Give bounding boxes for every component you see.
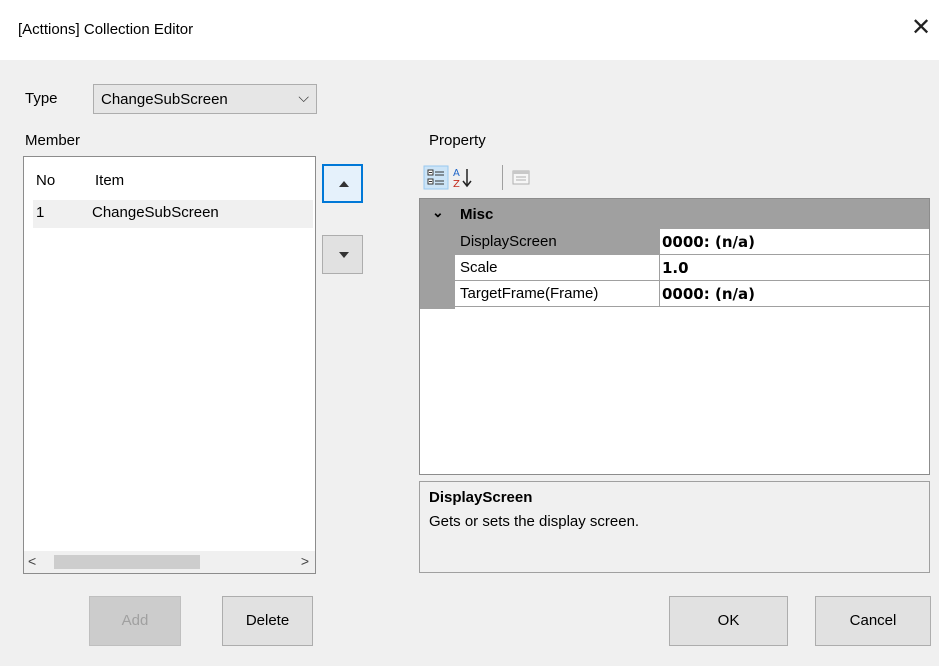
type-label: Type <box>25 90 58 107</box>
member-list[interactable]: No Item 1 ChangeSubScreen < > <box>23 156 316 574</box>
property-value[interactable]: 0000: (n/a) <box>662 285 755 303</box>
description-title: DisplayScreen <box>429 489 533 506</box>
horizontal-scrollbar[interactable]: < > <box>24 551 315 573</box>
title-bar: [Acttions] Collection Editor ✕ <box>0 0 939 60</box>
svg-text:A: A <box>453 168 460 179</box>
delete-button[interactable]: Delete <box>222 596 313 646</box>
property-value[interactable]: 1.0 <box>662 259 689 277</box>
property-pages-icon[interactable] <box>508 165 534 190</box>
property-row-targetframe[interactable]: TargetFrame(Frame) 0000: (n/a) <box>455 281 929 307</box>
cancel-button[interactable]: Cancel <box>815 596 931 646</box>
window-title: [Acttions] Collection Editor <box>18 21 194 38</box>
property-value[interactable]: 0000: (n/a) <box>662 233 755 251</box>
member-label: Member <box>25 132 81 149</box>
svg-text:Z: Z <box>453 179 460 190</box>
property-name: TargetFrame(Frame) <box>455 281 660 306</box>
property-description-panel: DisplayScreen Gets or sets the display s… <box>419 481 930 573</box>
category-misc[interactable]: ⌄ Misc <box>420 199 929 229</box>
sort-az-icon[interactable]: A Z <box>451 165 475 190</box>
arrow-down-icon <box>339 252 349 258</box>
column-header-item[interactable]: Item <box>95 172 124 189</box>
add-button[interactable]: Add <box>89 596 181 646</box>
category-name: Misc <box>460 206 494 223</box>
description-text: Gets or sets the display screen. <box>429 513 640 530</box>
move-up-button[interactable] <box>322 164 363 203</box>
chevron-down-icon: ⌵ <box>298 89 309 105</box>
scrollbar-thumb[interactable] <box>54 555 200 569</box>
list-item-no: 1 <box>36 204 45 221</box>
column-header-no[interactable]: No <box>36 172 55 189</box>
type-dropdown-value: ChangeSubScreen <box>101 91 228 108</box>
property-name: DisplayScreen <box>455 229 660 254</box>
toolbar-separator <box>502 165 503 190</box>
close-icon[interactable]: ✕ <box>908 14 934 42</box>
arrow-up-icon <box>339 181 349 187</box>
property-row-displayscreen[interactable]: DisplayScreen 0000: (n/a) <box>455 229 929 255</box>
type-dropdown[interactable]: ChangeSubScreen ⌵ <box>93 84 317 114</box>
list-item-name: ChangeSubScreen <box>92 204 219 221</box>
ok-button[interactable]: OK <box>669 596 788 646</box>
scroll-left-icon[interactable]: < <box>28 553 36 569</box>
property-row-scale[interactable]: Scale 1.0 <box>455 255 929 281</box>
property-grid[interactable]: ⌄ Misc DisplayScreen 0000: (n/a) Scale 1… <box>419 198 930 475</box>
collapse-icon[interactable]: ⌄ <box>432 204 444 221</box>
property-gutter <box>420 229 455 309</box>
move-down-button[interactable] <box>322 235 363 274</box>
property-name: Scale <box>455 255 660 280</box>
property-label: Property <box>429 132 486 149</box>
list-item[interactable]: 1 ChangeSubScreen <box>33 200 313 228</box>
categorized-view-icon[interactable] <box>423 165 449 190</box>
scroll-right-icon[interactable]: > <box>301 553 309 569</box>
